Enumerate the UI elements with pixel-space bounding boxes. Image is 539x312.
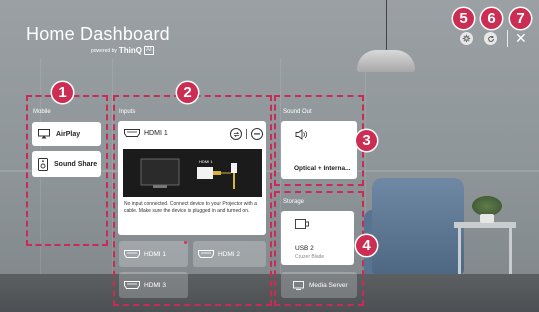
hdmi-3-label: HDMI 3 [144, 281, 167, 289]
gear-icon [462, 34, 471, 43]
storage-section-label: Storage [283, 199, 305, 205]
hdmi-2-tile[interactable]: HDMI 2 [193, 241, 266, 267]
usb-2-card[interactable]: USB 2 Cruzer Blade [281, 211, 354, 265]
sound-out-section-label: Sound Out [283, 109, 312, 115]
media-server-tile[interactable]: Media Server [281, 272, 357, 298]
thinq-logo: ThinQ [118, 46, 142, 55]
callout-badge-3: 3 [356, 130, 377, 151]
media-server-label: Media Server [309, 281, 348, 289]
airplay-card[interactable]: AirPlay [32, 122, 101, 146]
card-divider [246, 129, 247, 139]
illustration-hdmi-label: HDMI 1 [199, 159, 213, 164]
hdmi-1-label: HDMI 1 [144, 250, 167, 258]
refresh-button[interactable] [484, 32, 497, 45]
speaker-icon [295, 129, 307, 140]
close-icon: ✕ [515, 30, 527, 46]
hdmi-icon [198, 249, 214, 259]
sound-out-current: Optical + Interna... [294, 165, 351, 172]
plant [472, 196, 502, 216]
hdmi-icon [124, 280, 140, 290]
pendant-lamp-cord [386, 0, 387, 52]
callout-badge-2: 2 [177, 82, 198, 103]
hdmi-1-tile[interactable]: HDMI 1 [119, 241, 188, 267]
sound-share-card[interactable]: Sound Share [32, 151, 101, 177]
powered-by-thinq: powered by ThinQ AI [91, 46, 154, 55]
hdmi-icon [124, 128, 140, 138]
sound-share-label: Sound Share [54, 160, 98, 168]
airplay-icon [38, 129, 50, 139]
powered-by-text: powered by [91, 47, 117, 54]
hdmi-icon [124, 249, 140, 259]
input-refresh-button[interactable] [230, 128, 242, 140]
callout-badge-5: 5 [453, 8, 474, 29]
mobile-section-label: Mobile [33, 109, 51, 115]
hdmi-3-tile[interactable]: HDMI 3 [119, 272, 188, 298]
swap-icon [233, 131, 239, 137]
usb-device-name: USB 2 [295, 245, 314, 252]
hdmi-1-detail-card[interactable]: HDMI 1 HDMI 1 No input connected. Connec… [118, 121, 266, 235]
header-divider [507, 30, 508, 47]
airplay-label: AirPlay [56, 130, 81, 138]
connection-illustration: HDMI 1 [123, 149, 262, 197]
inputs-section-label: Inputs [119, 109, 136, 115]
callout-badge-4: 4 [356, 235, 377, 256]
selected-input-name: HDMI 1 [144, 130, 168, 137]
pendant-lamp [357, 50, 415, 72]
sound-share-icon [38, 157, 48, 171]
sound-out-card[interactable]: Optical + Interna... [281, 121, 357, 179]
callout-badge-7: 7 [510, 8, 531, 29]
minus-icon [254, 133, 260, 135]
callout-badge-6: 6 [481, 8, 502, 29]
active-indicator-dot [184, 241, 187, 244]
usb-icon [295, 219, 309, 229]
thinq-ai-mark: AI [143, 46, 154, 55]
hdmi-2-label: HDMI 2 [218, 250, 241, 258]
settings-button[interactable] [460, 32, 473, 45]
media-server-icon [293, 280, 304, 290]
no-input-message: No input connected. Connect device to yo… [124, 201, 257, 214]
armchair [372, 178, 464, 274]
callout-badge-1: 1 [52, 82, 73, 103]
usb-device-sub: Cruzer Blade [295, 254, 325, 260]
close-button[interactable]: ✕ [515, 30, 527, 46]
page-title: Home Dashboard [26, 24, 170, 44]
remove-input-button[interactable] [251, 128, 263, 140]
refresh-icon [487, 35, 494, 42]
